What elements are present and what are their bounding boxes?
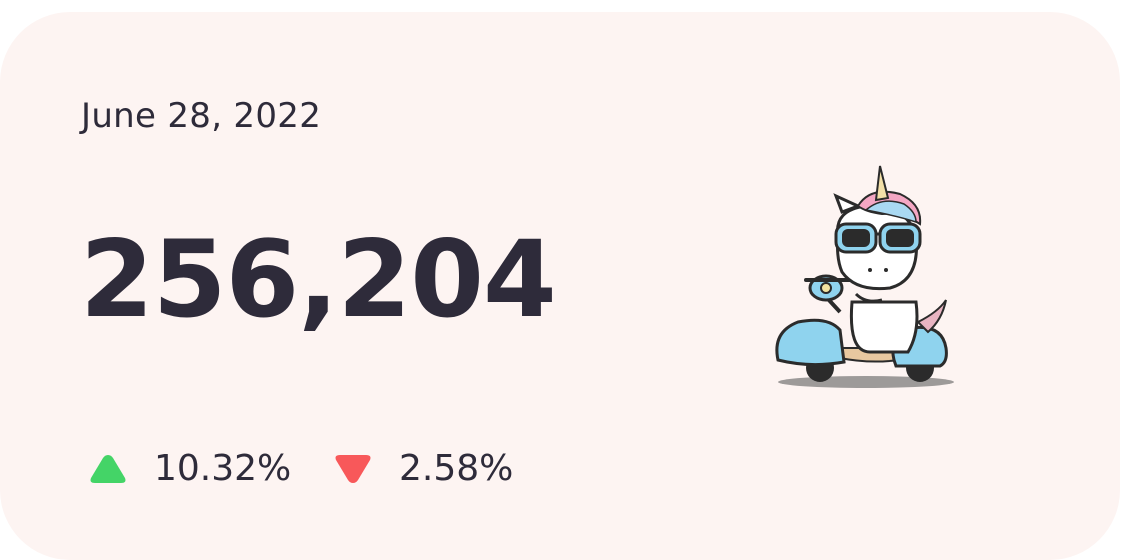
date-label: June 28, 2022 <box>81 96 322 136</box>
stats-card: June 28, 2022 256,204 10.32% 2.58% <box>0 12 1120 560</box>
increase-value: 10.32% <box>154 448 292 489</box>
unicorn-scooter-illustration <box>775 165 954 388</box>
total-value: 256,204 <box>80 218 557 341</box>
decrease-value: 2.58% <box>399 448 514 489</box>
triangle-down-icon <box>335 454 371 483</box>
decrease-stat: 2.58% <box>333 448 513 489</box>
increase-stat: 10.32% <box>88 448 291 489</box>
triangle-up-icon <box>90 454 126 483</box>
